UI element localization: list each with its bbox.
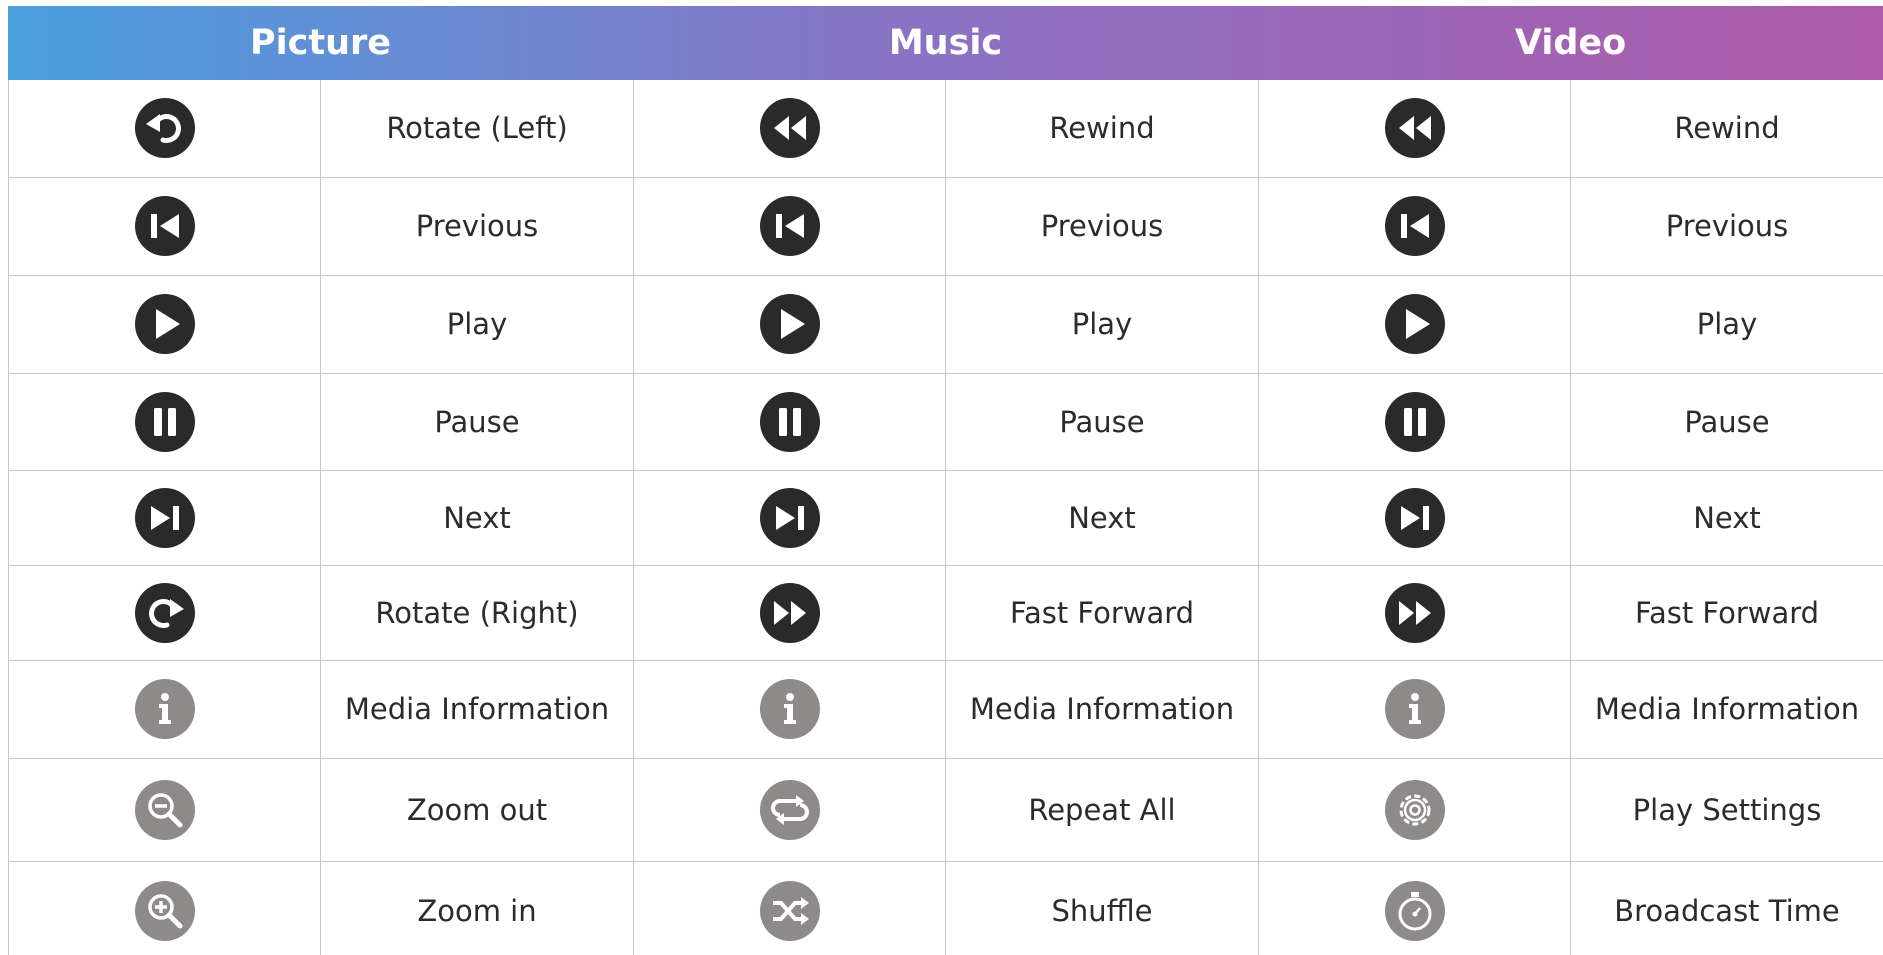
icon-cell [1258,80,1571,178]
previous-icon [758,194,822,258]
control-label: Next [945,469,1259,566]
pause-icon [1383,390,1447,454]
table-row: Zoom in Shuffle Broadcast Time [8,860,1883,955]
table-header: Picture Music Video [8,6,1883,80]
icon-cell [8,372,321,471]
header-video: Video [1514,23,1627,63]
control-label: Pause [945,372,1259,471]
settings-gear-icon [1383,778,1447,842]
table-row: Previous Previous Previous [8,176,1883,276]
control-label: Media Information [1570,659,1883,759]
icon-cell [8,757,321,862]
control-label: Zoom in [320,860,634,955]
play-icon [758,292,822,356]
pause-icon [133,390,197,454]
control-label: Zoom out [320,757,634,862]
media-controls-reference-table: Picture Music Video Rotate (Left) Rewind R… [8,6,1883,955]
header-music: Music [888,23,1003,63]
repeat-all-icon [758,778,822,842]
rewind-icon [1383,96,1447,160]
icon-cell [633,80,946,178]
next-icon [758,486,822,550]
table-row: Rotate (Left) Rewind Rewind [8,80,1883,178]
control-label: Repeat All [945,757,1259,862]
icon-cell [8,176,321,276]
next-icon [133,486,197,550]
controls-grid: Rotate (Left) Rewind Rewind Previous Previou… [8,80,1883,955]
control-label: Fast Forward [1570,564,1883,661]
icon-cell [8,564,321,661]
control-label: Rewind [945,80,1259,178]
info-icon [1383,677,1447,741]
icon-cell [1258,659,1571,759]
icon-cell [8,659,321,759]
table-row: Next Next Next [8,469,1883,566]
control-label: Play [320,274,634,374]
table-row: Zoom out Repeat All Play Settings [8,757,1883,862]
icon-cell [1258,860,1571,955]
control-label: Next [320,469,634,566]
table-row: Play Play Play [8,274,1883,374]
fast-forward-icon [758,581,822,645]
info-icon [133,677,197,741]
icon-cell [1258,757,1571,862]
stopwatch-icon [1383,879,1447,943]
control-label: Play [1570,274,1883,374]
control-label: Play [945,274,1259,374]
control-label: Broadcast Time [1570,860,1883,955]
icon-cell [1258,372,1571,471]
icon-cell [633,176,946,276]
icon-cell [8,469,321,566]
icon-cell [1258,564,1571,661]
icon-cell [1258,274,1571,374]
control-label: Media Information [945,659,1259,759]
rotate-left-icon [133,96,197,160]
fast-forward-icon [1383,581,1447,645]
icon-cell [8,860,321,955]
icon-cell [633,469,946,566]
icon-cell [8,80,321,178]
icon-cell [633,860,946,955]
shuffle-icon [758,879,822,943]
control-label: Rotate (Right) [320,564,634,661]
control-label: Pause [1570,372,1883,471]
table-row: Pause Pause Pause [8,372,1883,471]
zoom-in-icon [133,879,197,943]
control-label: Media Information [320,659,634,759]
table-row: Media Information Media Information Media … [8,659,1883,759]
info-icon [758,677,822,741]
icon-cell [633,757,946,862]
control-label: Previous [320,176,634,276]
play-icon [133,292,197,356]
header-picture: Picture [249,23,392,63]
rotate-right-icon [133,581,197,645]
previous-icon [133,194,197,258]
pause-icon [758,390,822,454]
control-label: Rewind [1570,80,1883,178]
table-row: Rotate (Right) Fast Forward Fast Forward [8,564,1883,661]
icon-cell [633,372,946,471]
next-icon [1383,486,1447,550]
control-label: Rotate (Left) [320,80,634,178]
control-label: Fast Forward [945,564,1259,661]
control-label: Next [1570,469,1883,566]
control-label: Shuffle [945,860,1259,955]
zoom-out-icon [133,778,197,842]
icon-cell [633,274,946,374]
icon-cell [633,659,946,759]
control-label: Previous [945,176,1259,276]
previous-icon [1383,194,1447,258]
icon-cell [8,274,321,374]
icon-cell [1258,176,1571,276]
control-label: Previous [1570,176,1883,276]
icon-cell [1258,469,1571,566]
play-icon [1383,292,1447,356]
rewind-icon [758,96,822,160]
control-label: Pause [320,372,634,471]
icon-cell [633,564,946,661]
control-label: Play Settings [1570,757,1883,862]
